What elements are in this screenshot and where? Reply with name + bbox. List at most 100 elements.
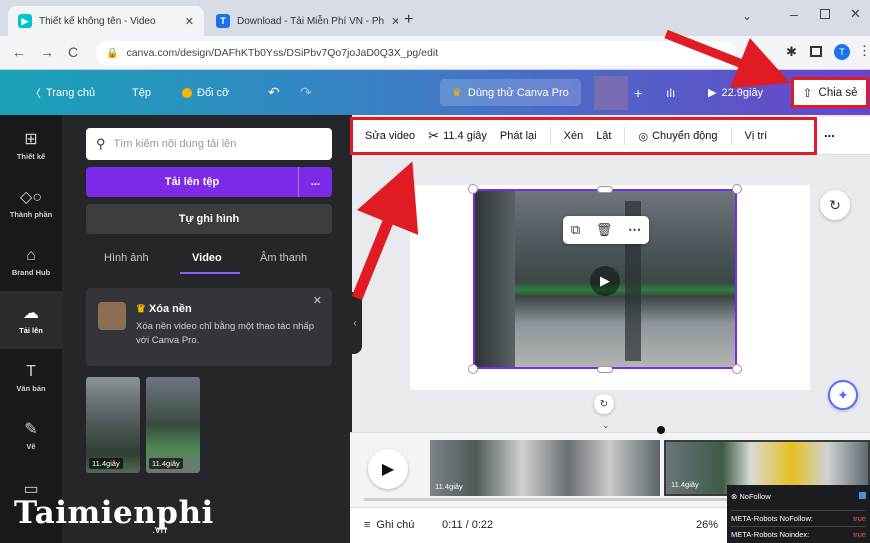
- duplicate-icon[interactable]: ⧉: [571, 222, 580, 238]
- seo-title: NoFollow: [739, 492, 771, 501]
- reload-icon[interactable]: C: [68, 44, 78, 60]
- resize-handle[interactable]: [468, 364, 478, 374]
- more-icon[interactable]: ⋯: [628, 222, 641, 238]
- promo-title-row: ♛ Xóa nền: [136, 302, 192, 315]
- upload-more-button[interactable]: ...: [298, 167, 332, 197]
- playback-button[interactable]: Phát lại: [500, 130, 537, 142]
- video-thumbnail[interactable]: 11.4giây: [146, 377, 200, 473]
- maximize-icon[interactable]: [820, 9, 830, 19]
- file-menu[interactable]: Tệp: [132, 70, 151, 115]
- tab-search-icon[interactable]: ⌄: [742, 9, 752, 23]
- resize-button[interactable]: Đổi cỡ: [182, 70, 229, 115]
- back-icon[interactable]: ←: [12, 44, 26, 60]
- flip-button[interactable]: Lật: [596, 130, 611, 142]
- share-button[interactable]: ⇧ Chia sẻ: [791, 77, 869, 108]
- record-label: Tự ghi hình: [178, 213, 240, 225]
- rail-item-elements[interactable]: ◇○ Thành phần: [0, 175, 62, 233]
- record-yourself-button[interactable]: Tự ghi hình: [86, 204, 332, 234]
- undo-icon[interactable]: ↶: [268, 70, 280, 115]
- side-panel-icon[interactable]: [810, 46, 822, 57]
- close-window-icon[interactable]: ✕: [850, 6, 861, 22]
- rail-label: Thiết kế: [16, 151, 46, 161]
- resize-handle[interactable]: [732, 364, 742, 374]
- position-button[interactable]: Vị trí: [745, 130, 768, 142]
- upload-files-button[interactable]: Tải lên tệp ...: [86, 167, 332, 197]
- refresh-icon[interactable]: ↻: [820, 190, 850, 220]
- close-icon[interactable]: ✕: [185, 15, 194, 28]
- redo-icon[interactable]: ↷: [300, 70, 312, 115]
- try-pro-button[interactable]: ♛ Dùng thử Canva Pro: [440, 79, 581, 106]
- lock-icon: 🔒: [106, 47, 119, 59]
- resize-handle[interactable]: [597, 186, 613, 193]
- chevron-down-icon[interactable]: ⌄: [602, 420, 610, 431]
- seo-value: true: [853, 530, 866, 539]
- forward-icon[interactable]: →: [40, 44, 54, 60]
- profile-avatar[interactable]: T: [834, 44, 850, 60]
- more-options-button[interactable]: ...: [824, 125, 835, 140]
- browser-tab-bar: ▶ Thiết kế không tên - Video ✕ T Downloa…: [0, 0, 870, 36]
- rotate-icon[interactable]: ↻: [594, 394, 614, 414]
- collapse-panel-handle[interactable]: ‹: [348, 292, 362, 354]
- seo-title-row: ⊗ NoFollow: [731, 492, 771, 501]
- resize-handle[interactable]: [468, 184, 478, 194]
- resize-handle[interactable]: [597, 366, 613, 373]
- minimize-icon[interactable]: –: [790, 6, 798, 22]
- url-text: canva.com/design/DAFhKTb0Yss/DSiPbv7Qo7j…: [126, 47, 439, 59]
- tab-download[interactable]: T Download - Tải Miễn Phí VN - Ph ✕: [206, 6, 398, 36]
- video-duration: 11.4giây: [89, 458, 123, 469]
- home-button[interactable]: 〈 Trang chủ: [30, 70, 95, 115]
- element-floating-toolbar: ⧉ 🗑 ⋯: [563, 216, 649, 244]
- animate-button[interactable]: ◎ Chuyển động: [638, 130, 717, 143]
- video-context-toolbar: Sửa video ✂ 11.4 giây Phát lại Xén Lật ◎…: [350, 117, 817, 155]
- search-input[interactable]: ⚲ Tìm kiếm nội dung tải lên: [86, 128, 332, 160]
- playhead[interactable]: [657, 426, 665, 434]
- rail-label: Vẽ: [26, 441, 36, 451]
- side-nav-rail: ⊞ Thiết kế ◇○ Thành phần ⌂ Brand Hub ☁ T…: [0, 115, 62, 543]
- rail-item-design[interactable]: ⊞ Thiết kế: [0, 117, 62, 175]
- zoom-level[interactable]: 26%: [696, 519, 718, 531]
- resize-handle[interactable]: [732, 184, 742, 194]
- trash-icon[interactable]: 🗑: [596, 222, 613, 238]
- rail-item-draw[interactable]: ✎ Vẽ: [0, 407, 62, 465]
- search-icon: ⚲: [96, 136, 106, 151]
- taimienphi-favicon-icon: T: [216, 14, 230, 28]
- play-icon: ▶: [708, 87, 717, 99]
- crop-button[interactable]: Xén: [564, 130, 584, 142]
- tab-audio[interactable]: Âm thanh: [260, 252, 307, 264]
- tab-images[interactable]: Hình ảnh: [104, 252, 149, 264]
- video-thumbnail[interactable]: 11.4giây: [86, 377, 140, 473]
- rail-item-brand-hub[interactable]: ⌂ Brand Hub: [0, 233, 62, 291]
- insights-icon[interactable]: ılı: [666, 70, 675, 115]
- notes-button[interactable]: ≡ Ghi chú: [364, 519, 414, 531]
- trim-button[interactable]: ✂ 11.4 giây: [428, 128, 487, 144]
- share-upload-icon: ⇧: [802, 85, 813, 100]
- rail-label: Thành phần: [9, 209, 53, 219]
- video-play-button[interactable]: ▶: [590, 266, 620, 296]
- magic-assistant-icon[interactable]: ✦: [828, 380, 858, 410]
- animate-label: Chuyển động: [652, 130, 718, 142]
- tab-videos[interactable]: Video: [192, 252, 222, 264]
- extensions-icon[interactable]: ✱: [786, 44, 797, 60]
- share-label: Chia sẻ: [818, 86, 858, 99]
- url-field[interactable]: 🔒 canva.com/design/DAFhKTb0Yss/DSiPbv7Qo…: [96, 41, 736, 65]
- kebab-menu-icon[interactable]: ⋮: [858, 43, 870, 59]
- user-avatar[interactable]: [594, 76, 628, 110]
- timeline-clip[interactable]: 11.4giây: [430, 440, 660, 496]
- file-label: Tệp: [132, 86, 151, 99]
- new-tab-icon[interactable]: +: [404, 11, 413, 29]
- close-icon[interactable]: ✕: [391, 15, 398, 28]
- uploads-panel: ⚲ Tìm kiếm nội dung tải lên Tải lên tệp …: [62, 115, 352, 543]
- add-collaborator-icon[interactable]: +: [634, 70, 642, 115]
- timeline-play-button[interactable]: ▶: [368, 449, 408, 489]
- search-placeholder: Tìm kiếm nội dung tải lên: [113, 138, 237, 150]
- edit-video-button[interactable]: Sửa video: [365, 130, 415, 142]
- promo-title: Xóa nền: [148, 303, 192, 315]
- close-icon[interactable]: ✕: [313, 294, 322, 307]
- rail-item-uploads[interactable]: ☁ Tải lên: [0, 291, 62, 349]
- divider: [730, 127, 732, 145]
- rail-item-text[interactable]: T Văn bản: [0, 349, 62, 407]
- upload-label: Tải lên tệp: [164, 176, 220, 188]
- play-preview-button[interactable]: ▶ 22.9giây: [708, 70, 763, 115]
- rail-label: Brand Hub: [11, 267, 51, 277]
- tab-canva[interactable]: ▶ Thiết kế không tên - Video ✕: [8, 6, 204, 36]
